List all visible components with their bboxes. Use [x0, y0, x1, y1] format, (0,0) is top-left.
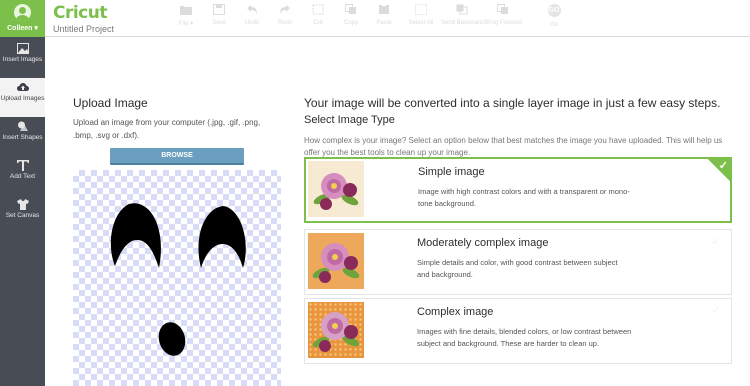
text-icon [16, 160, 29, 171]
check-icon: ✓ [711, 305, 721, 317]
option-title: Moderately complex image [417, 237, 549, 249]
option-title: Complex image [417, 306, 494, 318]
go-button[interactable]: GO Go [524, 4, 584, 34]
sidebar-item-insert-shapes[interactable]: Insert Shapes [0, 117, 45, 156]
option-description: Image with high contrast colors and with… [418, 187, 630, 208]
shirt-icon [16, 199, 29, 210]
shapes-icon [17, 121, 28, 131]
select-all-label: Select All [408, 20, 434, 26]
user-name: Colleen [7, 25, 33, 32]
undo-button[interactable]: Undo [236, 4, 268, 34]
redo-button[interactable]: Redo [269, 4, 301, 34]
left-sidebar: Insert Images Upload Images Insert Shape… [0, 37, 45, 386]
sidebar-item-insert-images[interactable]: Insert Images [0, 39, 45, 78]
save-button[interactable]: Save [203, 4, 235, 34]
select-image-type-heading: Select Image Type [304, 114, 395, 126]
cut-icon [312, 4, 324, 15]
image-icon [16, 43, 29, 54]
complex-image-thumbnail [308, 302, 364, 358]
complexity-question: How complex is your image? Select an opt… [304, 136, 723, 157]
cut-button[interactable]: Cut [302, 4, 334, 34]
sidebar-item-label: Add Text [9, 173, 36, 180]
convert-headline: Your image will be converted into a sing… [304, 96, 721, 110]
sidebar-item-label: Insert Shapes [2, 134, 43, 141]
sidebar-item-label: Set Canvas [5, 212, 40, 219]
cut-label: Cut [313, 20, 323, 26]
go-badge: GO [547, 4, 561, 17]
upload-description: Upload an image from your computer (.jpg… [73, 118, 261, 140]
cricut-logo: Cricut [53, 3, 108, 23]
brand: Cricut Untitled Project [53, 3, 114, 34]
simple-image-thumbnail [308, 161, 364, 217]
send-backward-button[interactable]: Send Backward [440, 4, 484, 34]
select-all-button[interactable]: Select All [401, 4, 441, 34]
go-label: Go [549, 22, 558, 28]
folder-icon [180, 6, 192, 15]
option-title: Simple image [418, 166, 485, 178]
sidebar-item-upload-images[interactable]: Upload Images [0, 78, 45, 117]
file-label: File [178, 21, 189, 27]
option-description: Images with fine details, blended colors… [417, 327, 632, 348]
check-icon: ✓ [711, 236, 721, 248]
option-complex-image[interactable]: Complex image Images with fine details, … [304, 298, 732, 364]
save-icon [213, 4, 225, 15]
top-header: Colleen ▾ Cricut Untitled Project File ▾… [0, 0, 750, 37]
paste-icon [379, 4, 389, 14]
browse-button[interactable]: BROWSE [110, 148, 244, 165]
option-simple-image[interactable]: Simple image Image with high contrast co… [304, 157, 732, 223]
mouth-shape [158, 322, 186, 356]
redo-label: Redo [277, 20, 293, 26]
uploaded-image [110, 203, 246, 356]
option-description: Simple details and color, with good cont… [417, 258, 618, 279]
design-space: Colleen ▾ Cricut Untitled Project File ▾… [0, 0, 750, 386]
bring-forward-label: Bring Forward [484, 20, 522, 26]
copy-label: Copy [343, 20, 358, 26]
image-preview [73, 170, 281, 386]
user-menu[interactable]: Colleen ▾ [0, 0, 45, 37]
select-all-icon [415, 4, 427, 15]
undo-icon [247, 5, 257, 14]
file-button[interactable]: File ▾ [170, 4, 202, 34]
send-backward-label: Send Backward [440, 20, 484, 26]
sidebar-item-label: Insert Images [2, 56, 43, 63]
check-icon: ✓ [718, 160, 728, 172]
paste-button[interactable]: Paste [368, 4, 400, 34]
save-label: Save [212, 20, 226, 26]
upload-title: Upload Image [73, 96, 148, 110]
option-moderately-complex-image[interactable]: Moderately complex image Simple details … [304, 229, 732, 295]
cloud-upload-icon [16, 83, 29, 91]
paste-label: Paste [376, 20, 392, 26]
avatar [14, 4, 31, 21]
right-eye-shape [198, 206, 246, 268]
sidebar-item-add-text[interactable]: Add Text [0, 156, 45, 195]
moderately-complex-image-thumbnail [308, 233, 364, 289]
toolbar: File ▾ Save Undo Redo Cut Copy Paste Sel… [170, 4, 585, 34]
redo-icon [280, 5, 290, 14]
sidebar-item-set-canvas[interactable]: Set Canvas [0, 195, 45, 234]
copy-button[interactable]: Copy [335, 4, 367, 34]
project-name[interactable]: Untitled Project [53, 24, 114, 34]
send-backward-icon [456, 4, 468, 15]
sidebar-item-label: Upload Images [0, 95, 45, 102]
bring-forward-button[interactable]: Bring Forward [483, 4, 523, 34]
left-eye-shape [110, 203, 161, 268]
undo-label: Undo [244, 20, 260, 26]
copy-icon [345, 4, 356, 14]
bring-forward-icon [497, 4, 508, 14]
